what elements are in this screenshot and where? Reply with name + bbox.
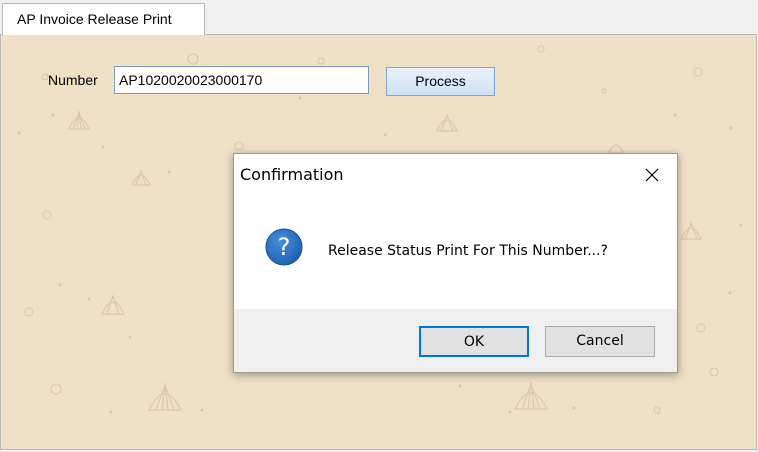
cancel-button[interactable]: Cancel (545, 326, 655, 357)
dialog-message: Release Status Print For This Number...? (328, 243, 608, 259)
dialog-button-bar: OK Cancel (234, 309, 677, 372)
dialog-title: Confirmation (240, 165, 344, 184)
tab-label: AP Invoice Release Print (17, 11, 172, 27)
tab-ap-invoice-release-print[interactable]: AP Invoice Release Print (2, 3, 205, 35)
ok-button[interactable]: OK (419, 326, 529, 357)
close-icon[interactable] (637, 160, 667, 190)
app-window: AP Invoice Release Print Number AP102002… (0, 0, 758, 452)
question-icon: ? (265, 228, 303, 266)
confirmation-dialog: Confirmation ? Release Status Print For … (233, 153, 678, 373)
svg-text:?: ? (278, 233, 291, 261)
number-input[interactable] (114, 66, 369, 94)
number-label: Number (48, 72, 98, 88)
process-button[interactable]: Process (386, 67, 495, 96)
